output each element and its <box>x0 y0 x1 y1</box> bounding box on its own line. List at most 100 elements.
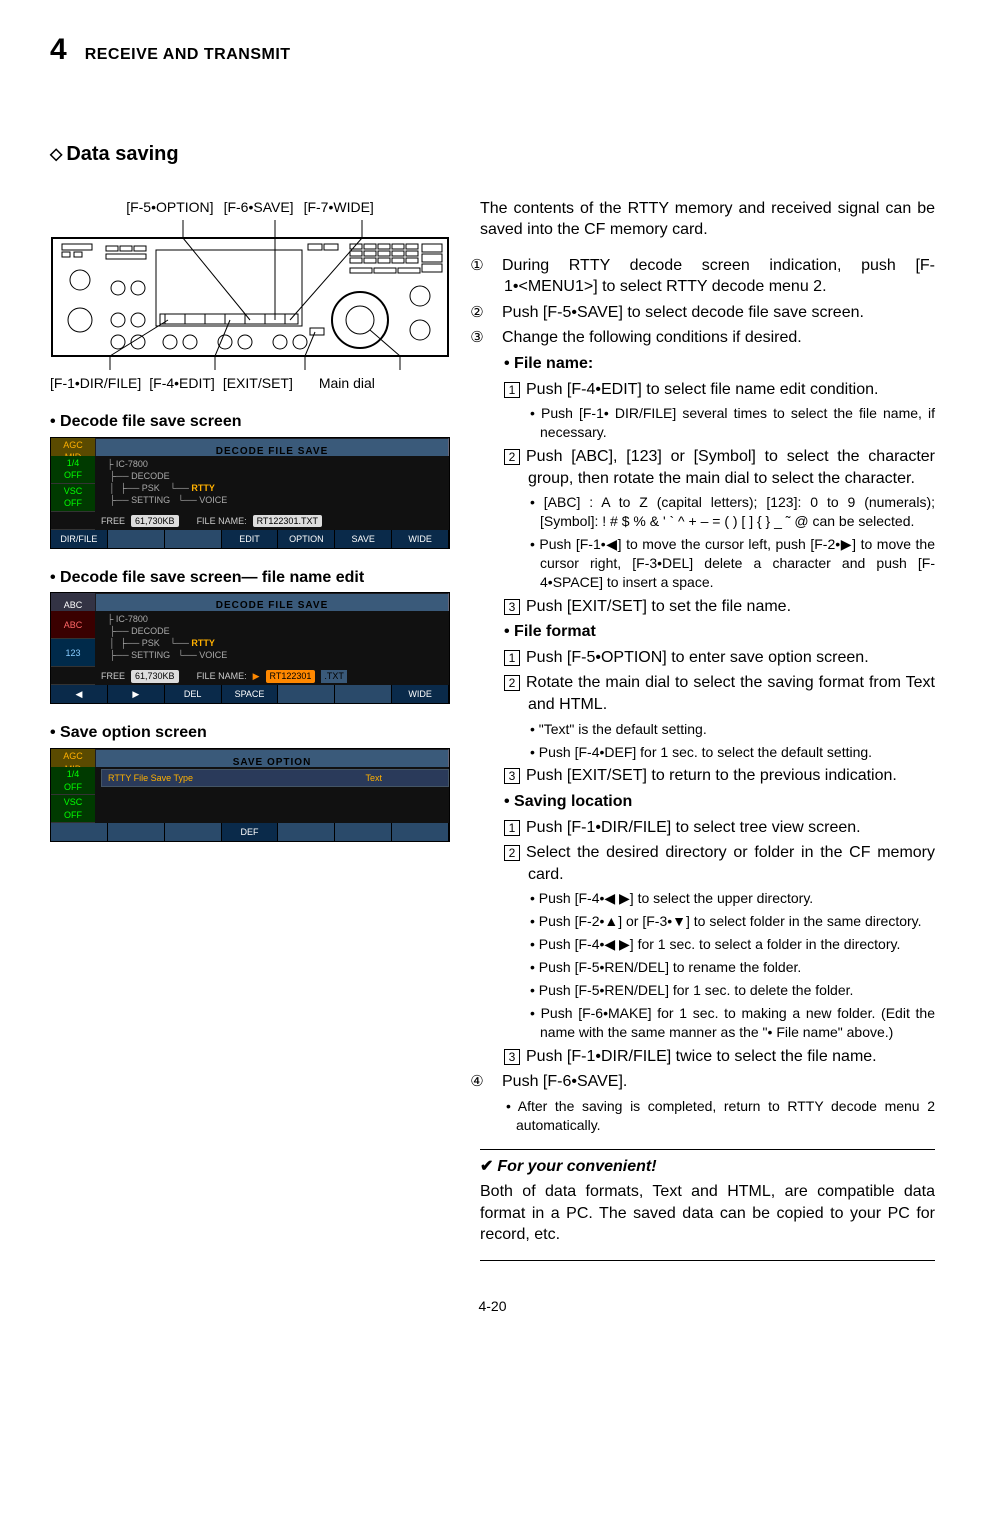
f: WIDE <box>392 530 449 548</box>
screen1-heading: • Decode file save screen <box>50 411 450 433</box>
top-label-2: [F-7•WIDE] <box>304 198 374 217</box>
fn1-text: Push [F-4•EDIT] to select file name edit… <box>526 381 878 398</box>
f: ◀ <box>51 685 108 703</box>
chapter-number: 4 <box>50 30 67 71</box>
fn2-bullet1: • [ABC] : A to Z (capital letters); [123… <box>480 493 935 531</box>
f <box>165 823 222 841</box>
bot-label-1: [F-4•EDIT] <box>149 374 215 393</box>
diamond-icon: ◇ <box>50 146 62 163</box>
step4-text: Push [F-6•SAVE]. <box>502 1073 627 1090</box>
lbl: AGC <box>63 439 83 451</box>
sl3-text: Push [F-1•DIR/FILE] twice to select the … <box>526 1048 877 1065</box>
fn-step-1: 1Push [F-4•EDIT] to select file name edi… <box>480 379 935 401</box>
sl-step-1: 1Push [F-1•DIR/FILE] to select tree view… <box>480 817 935 839</box>
t: PSK <box>142 483 160 493</box>
divider <box>480 1149 935 1150</box>
screen3-footer: DEF <box>51 823 449 841</box>
step-2: ②Push [F-5•SAVE] to select decode file s… <box>480 302 935 324</box>
t: SETTING <box>131 495 170 505</box>
fn1-bullet: • Push [F-1• DIR/FILE] several times to … <box>480 404 935 442</box>
f: DEL <box>165 685 222 703</box>
decode-file-save-edit-screen: ABC DECODE FILE SAVE ABC 123 ├ IC-7800 ├… <box>50 592 450 704</box>
t: PSK <box>142 638 160 648</box>
section-title: ◇Data saving <box>50 141 935 168</box>
f: OPTION <box>278 530 335 548</box>
check-icon: ✔ <box>480 1158 493 1175</box>
f: WIDE <box>392 685 449 703</box>
filename-head: • File name: <box>504 355 593 372</box>
page-header: 4 RECEIVE AND TRANSMIT <box>50 30 935 71</box>
ff-step-2: 2 Rotate the main dial to select the savi… <box>480 672 935 715</box>
screen1-footer: DIR/FILE EDIT OPTION SAVE WIDE <box>51 530 449 548</box>
screen3-heading: • Save option screen <box>50 722 450 744</box>
tip-body: Both of data formats, Text and HTML, are… <box>480 1181 935 1246</box>
f <box>108 823 165 841</box>
sl2-b3: • Push [F-4•◀ ▶] for 1 sec. to select a … <box>480 935 935 954</box>
step-3: ③Change the following conditions if desi… <box>480 327 935 349</box>
lbl: 1/4 <box>67 457 80 469</box>
sl1-text: Push [F-1•DIR/FILE] to select tree view … <box>526 819 861 836</box>
screen2-footer: ◀ ▶ DEL SPACE WIDE <box>51 685 449 703</box>
lbl: ABC <box>51 611 95 639</box>
step4-bullet: • After the saving is completed, return … <box>480 1097 935 1135</box>
ff3-text: Push [EXIT/SET] to return to the previou… <box>526 767 897 784</box>
lbl: AGC <box>63 750 83 762</box>
section-title-text: Data saving <box>66 143 178 165</box>
f: SPACE <box>222 685 279 703</box>
radio-front-panel-svg <box>50 220 450 370</box>
bot-label-0: [F-1•DIR/FILE] <box>50 374 141 393</box>
f <box>335 823 392 841</box>
tip-heading: ✔For your convenient! <box>480 1156 935 1178</box>
ff-step-3: 3 Push [EXIT/SET] to return to the previo… <box>480 765 935 787</box>
sl2-b6: • Push [F-6•MAKE] for 1 sec. to making a… <box>480 1004 935 1042</box>
cursor-icon: ▶ <box>253 670 260 682</box>
t: VOICE <box>199 650 227 660</box>
t: DECODE <box>131 471 170 481</box>
fname-label: FILE NAME: <box>197 515 247 527</box>
f <box>278 823 335 841</box>
t: RTTY <box>191 483 215 493</box>
lbl: 123 <box>51 639 95 667</box>
free-value: 61,730KB <box>131 515 179 527</box>
ff2-bullet1: • "Text" is the default setting. <box>480 720 935 739</box>
boxff1: 1 <box>504 650 520 666</box>
f <box>278 685 335 703</box>
sl2-text: Select the desired directory or folder i… <box>526 844 935 883</box>
step-1: ①During RTTY decode screen indication, p… <box>480 255 935 298</box>
f: SAVE <box>335 530 392 548</box>
ff2-bullet2: • Push [F-4•DEF] for 1 sec. to select th… <box>480 743 935 762</box>
sl-step-3: 3Push [F-1•DIR/FILE] twice to select the… <box>480 1046 935 1068</box>
screen2-heading: • Decode file save screen— file name edi… <box>50 567 450 589</box>
intro-text: The contents of the RTTY memory and rece… <box>480 198 935 241</box>
lbl: 1/4 <box>67 768 80 780</box>
free-value: 61,730KB <box>131 670 179 682</box>
sl2-b2: • Push [F-2•▲] or [F-3•▼] to select fold… <box>480 912 935 931</box>
radio-diagram: [F-5•OPTION] [F-6•SAVE] [F-7•WIDE] <box>50 198 450 394</box>
lbl: OFF <box>64 497 82 509</box>
boxsl2: 2 <box>504 845 520 861</box>
t: VOICE <box>199 495 227 505</box>
f <box>165 530 222 548</box>
sl2-b1: • Push [F-4•◀ ▶] to select the upper dir… <box>480 889 935 908</box>
ff2-text: Rotate the main dial to select the savin… <box>526 674 935 713</box>
fname-label: FILE NAME: <box>197 670 247 682</box>
step3-text: Change the following conditions if desir… <box>502 329 802 346</box>
circ3: ③ <box>480 328 498 348</box>
boxff2: 2 <box>504 675 520 691</box>
ff-step-1: 1Push [F-5•OPTION] to enter save option … <box>480 647 935 669</box>
boxff3: 3 <box>504 768 520 784</box>
sl2-b4: • Push [F-5•REN/DEL] to rename the folde… <box>480 958 935 977</box>
lbl: VSC <box>64 485 83 497</box>
free-label: FREE <box>101 670 125 682</box>
t: RTTY <box>191 638 215 648</box>
f <box>108 530 165 548</box>
fname-edit: RT122301 <box>266 670 316 682</box>
sl2-b5: • Push [F-5•REN/DEL] for 1 sec. to delet… <box>480 981 935 1000</box>
circ4: ④ <box>480 1072 498 1092</box>
f: EDIT <box>222 530 279 548</box>
save-option-screen: AGCMID SAVE OPTION 1/4OFF VSCOFF RTTY Fi… <box>50 748 450 842</box>
divider <box>480 1260 935 1261</box>
bot-label-2: [EXIT/SET] <box>223 374 293 393</box>
saveloc-head: • Saving location <box>504 793 632 810</box>
top-label-0: [F-5•OPTION] <box>126 198 213 217</box>
